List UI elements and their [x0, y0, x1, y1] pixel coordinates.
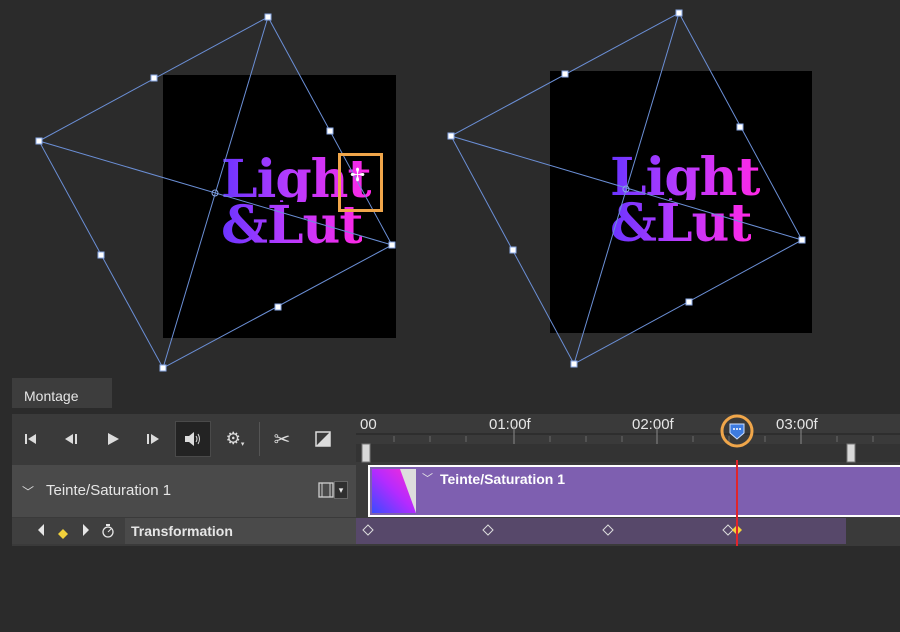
- layer-name: Teinte/Saturation 1: [46, 482, 172, 499]
- clip-title: Teinte/Saturation 1: [440, 471, 565, 487]
- work-area-start-handle: [361, 443, 371, 463]
- timeline-left-column: ⚙ ▾ ✂ ﹀ Teinte/Saturation 1 ▾ Transforma…: [12, 414, 356, 546]
- clip-chevron-icon[interactable]: ﹀: [422, 470, 433, 486]
- transform-handle: [326, 127, 334, 135]
- keyframe: [482, 524, 494, 536]
- transform-handle: [798, 236, 806, 244]
- transform-handle: [447, 132, 455, 140]
- keyframe: [362, 524, 374, 536]
- layer-clip[interactable]: ﹀ Teinte/Saturation 1: [368, 465, 900, 517]
- timeline-tracks[interactable]: 00 01:00f 02:00f 03:00f ﹀ Teinte/Saturat…: [356, 414, 900, 546]
- transform-handle: [35, 137, 43, 145]
- stopwatch-icon[interactable]: [101, 523, 115, 544]
- transform-edge-right-b: [450, 135, 803, 241]
- layer-row[interactable]: ﹀ Teinte/Saturation 1 ▾: [12, 465, 356, 517]
- go-to-first-frame-icon[interactable]: [18, 426, 44, 452]
- work-area-end-handle: [846, 443, 856, 463]
- ruler-ticks: [356, 426, 900, 463]
- transform-handle: [150, 74, 158, 82]
- keyframes[interactable]: [356, 518, 900, 544]
- property-label: Transformation: [125, 518, 356, 544]
- playhead-handle[interactable]: [720, 414, 754, 448]
- transition-icon[interactable]: [310, 426, 336, 452]
- audio-icon[interactable]: [175, 421, 211, 457]
- keyframe: [722, 524, 734, 536]
- next-frame-icon[interactable]: [140, 426, 166, 452]
- previous-keyframe-icon[interactable]: [37, 523, 45, 542]
- timeline-body: ⚙ ▾ ✂ ﹀ Teinte/Saturation 1 ▾ Transforma…: [12, 414, 900, 546]
- transform-handle: [274, 303, 282, 311]
- split-scissors-icon[interactable]: ✂: [269, 426, 295, 452]
- transform-handle: [509, 246, 517, 254]
- add-keyframe-icon[interactable]: [58, 526, 68, 544]
- layer-options-chevron-icon[interactable]: ▾: [334, 481, 348, 499]
- rotate-cursor-icon: ✢: [350, 165, 366, 185]
- chevron-down-icon[interactable]: ﹀: [22, 483, 34, 500]
- canvas-area[interactable]: Light &Lut Light &Lut ✢: [0, 0, 900, 378]
- playback-controls: ⚙ ▾ ✂: [12, 414, 356, 464]
- tab-montage[interactable]: Montage: [12, 378, 112, 408]
- play-icon[interactable]: [100, 426, 126, 452]
- property-row[interactable]: Transformation: [12, 518, 356, 544]
- transform-handle: [159, 364, 167, 372]
- transform-guides[interactable]: [0, 0, 900, 378]
- clip-thumbnail: [372, 469, 416, 513]
- keyframe: [602, 524, 614, 536]
- transform-handle: [685, 298, 693, 306]
- transform-handle: [570, 360, 578, 368]
- film-strip-icon[interactable]: [318, 482, 334, 503]
- transform-handle: [388, 241, 396, 249]
- playhead-line: [736, 460, 738, 546]
- divider: [259, 422, 260, 456]
- transform-handle: [736, 123, 744, 131]
- transform-handle: [264, 13, 272, 21]
- timeline-panel: Montage ⚙ ▾ ✂ ﹀ Teinte/Saturation 1 ▾ Tr…: [12, 378, 900, 548]
- next-keyframe-icon[interactable]: [82, 523, 90, 542]
- settings-gear-icon[interactable]: ⚙ ▾: [222, 426, 248, 452]
- transform-handle: [97, 251, 105, 259]
- previous-frame-icon[interactable]: [58, 426, 84, 452]
- transform-handle: [675, 9, 683, 17]
- transform-handle: [561, 70, 569, 78]
- time-ruler[interactable]: 00 01:00f 02:00f 03:00f: [356, 414, 900, 464]
